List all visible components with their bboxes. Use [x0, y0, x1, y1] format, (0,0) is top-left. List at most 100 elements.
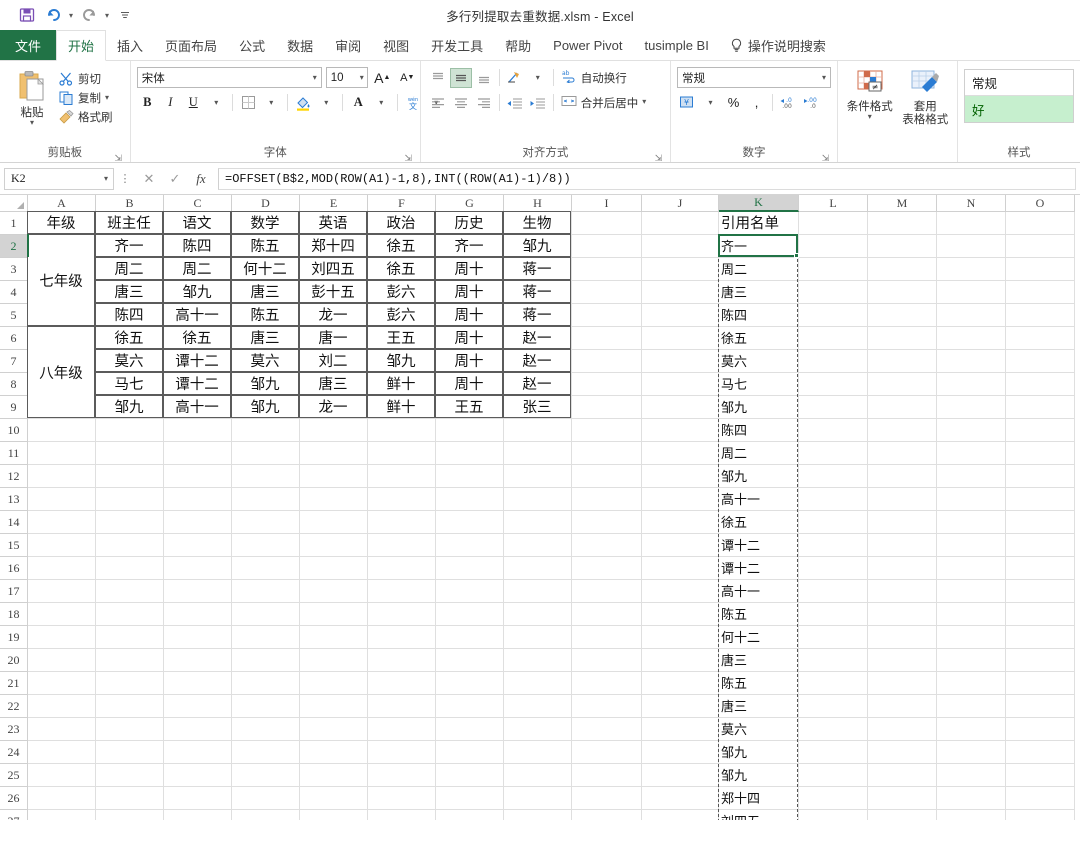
clipboard-dialog-launcher-icon[interactable]: ⇲: [113, 150, 124, 163]
row-header-15[interactable]: 15: [0, 534, 28, 557]
cell-G9[interactable]: 王五: [435, 395, 503, 418]
cell-F9[interactable]: 鲜十: [367, 395, 435, 418]
cell-B3[interactable]: 周二: [95, 257, 163, 280]
column-header-n[interactable]: N: [937, 195, 1006, 212]
cell-D5[interactable]: 陈五: [231, 303, 299, 326]
column-header-d[interactable]: D: [232, 195, 300, 212]
increase-indent-button[interactable]: [527, 93, 549, 113]
cell-D6[interactable]: 唐三: [231, 326, 299, 349]
shrink-font-button[interactable]: A ▼: [397, 67, 418, 88]
currency-dropdown-icon[interactable]: ▾: [700, 92, 721, 113]
cell-G4[interactable]: 周十: [435, 280, 503, 303]
column-header-c[interactable]: C: [164, 195, 232, 212]
cell-C6[interactable]: 徐五: [163, 326, 231, 349]
row-header-13[interactable]: 13: [0, 488, 28, 511]
confirm-edit-icon[interactable]: ✓: [162, 168, 188, 190]
tab-power-pivot[interactable]: Power Pivot: [542, 30, 633, 60]
paste-dropdown-icon[interactable]: ▾: [30, 119, 34, 127]
cell-D4[interactable]: 唐三: [231, 280, 299, 303]
column-header-e[interactable]: E: [300, 195, 368, 212]
tab-home[interactable]: 开始: [56, 30, 107, 61]
cell-K24[interactable]: 邹九: [718, 740, 798, 763]
table-header-B1[interactable]: 班主任: [95, 211, 163, 234]
cell-K12[interactable]: 邹九: [718, 464, 798, 487]
column-header-l[interactable]: L: [799, 195, 868, 212]
cell-K23[interactable]: 莫六: [718, 717, 798, 740]
cell-E2[interactable]: 郑十四: [299, 234, 367, 257]
table-header-H1[interactable]: 生物: [503, 211, 571, 234]
cell-F6[interactable]: 王五: [367, 326, 435, 349]
cell-K9[interactable]: 邹九: [718, 395, 798, 418]
row-header-26[interactable]: 26: [0, 787, 28, 810]
column-header-i[interactable]: I: [572, 195, 642, 212]
name-box-dropdown-icon[interactable]: ▾: [104, 174, 108, 183]
format-painter-button[interactable]: 格式刷: [58, 109, 113, 125]
cell-styles-gallery[interactable]: 常规 好: [964, 69, 1074, 123]
align-middle-button[interactable]: [449, 67, 472, 88]
table-header-D1[interactable]: 数学: [231, 211, 299, 234]
table-header-F1[interactable]: 政治: [367, 211, 435, 234]
cell-K1[interactable]: 引用名单: [718, 211, 798, 234]
cell-F3[interactable]: 徐五: [367, 257, 435, 280]
increase-decimal-button[interactable]: .0.00: [778, 92, 799, 113]
select-all-corner[interactable]: [0, 195, 28, 212]
cell-D8[interactable]: 邹九: [231, 372, 299, 395]
cell-K21[interactable]: 陈五: [718, 671, 798, 694]
tab-insert[interactable]: 插入: [106, 30, 154, 60]
cut-button[interactable]: 剪切: [58, 71, 113, 87]
cell-E7[interactable]: 刘二: [299, 349, 367, 372]
copy-dropdown-icon[interactable]: ▾: [105, 93, 109, 102]
tab-file[interactable]: 文件: [0, 30, 57, 60]
cell-H4[interactable]: 蒋一: [503, 280, 571, 303]
column-header-k[interactable]: K: [719, 195, 799, 212]
borders-button[interactable]: [238, 92, 259, 113]
column-header-f[interactable]: F: [368, 195, 436, 212]
cell-B6[interactable]: 徐五: [95, 326, 163, 349]
conditional-formatting-button[interactable]: ≠ 条件格式 ▾: [844, 69, 896, 121]
cell-H8[interactable]: 赵一: [503, 372, 571, 395]
cell-G8[interactable]: 周十: [435, 372, 503, 395]
cell-E5[interactable]: 龙一: [299, 303, 367, 326]
column-header-a[interactable]: A: [28, 195, 96, 212]
align-center-button[interactable]: [450, 93, 472, 113]
column-header-g[interactable]: G: [436, 195, 504, 212]
cell-K10[interactable]: 陈四: [718, 418, 798, 441]
row-header-14[interactable]: 14: [0, 511, 28, 534]
cell-E9[interactable]: 龙一: [299, 395, 367, 418]
merged-grade-cell-0[interactable]: 七年级: [27, 234, 95, 326]
cell-K15[interactable]: 谭十二: [718, 533, 798, 556]
fill-color-button[interactable]: [293, 92, 314, 113]
cell-F5[interactable]: 彭六: [367, 303, 435, 326]
cell-H5[interactable]: 蒋一: [503, 303, 571, 326]
cell-D3[interactable]: 何十二: [231, 257, 299, 280]
cell-H2[interactable]: 邹九: [503, 234, 571, 257]
row-header-23[interactable]: 23: [0, 718, 28, 741]
cell-E3[interactable]: 刘四五: [299, 257, 367, 280]
format-as-table-button[interactable]: 套用 表格格式: [900, 69, 952, 127]
cell-B4[interactable]: 唐三: [95, 280, 163, 303]
cell-G5[interactable]: 周十: [435, 303, 503, 326]
tab-data[interactable]: 数据: [276, 30, 324, 60]
merged-grade-cell-1[interactable]: 八年级: [27, 326, 95, 418]
cell-E6[interactable]: 唐一: [299, 326, 367, 349]
tell-me-search[interactable]: 操作说明搜索: [720, 30, 836, 60]
cell-K22[interactable]: 唐三: [718, 694, 798, 717]
borders-dropdown-icon[interactable]: ▾: [261, 92, 282, 113]
cell-G7[interactable]: 周十: [435, 349, 503, 372]
tab-page-layout[interactable]: 页面布局: [154, 30, 228, 60]
tab-help[interactable]: 帮助: [494, 30, 542, 60]
row-header-8[interactable]: 8: [0, 373, 28, 396]
cell-K6[interactable]: 徐五: [718, 326, 798, 349]
italic-button[interactable]: I: [160, 92, 181, 113]
cell-C2[interactable]: 陈四: [163, 234, 231, 257]
row-header-19[interactable]: 19: [0, 626, 28, 649]
underline-dropdown-icon[interactable]: ▾: [206, 92, 227, 113]
row-header-2[interactable]: 2: [0, 235, 28, 258]
underline-button[interactable]: U: [183, 92, 204, 113]
bold-button[interactable]: B: [137, 92, 158, 113]
alignment-dialog-launcher-icon[interactable]: ⇲: [653, 150, 664, 163]
align-left-button[interactable]: [427, 93, 449, 113]
row-header-25[interactable]: 25: [0, 764, 28, 787]
name-box[interactable]: K2 ▾: [4, 167, 114, 190]
cell-H7[interactable]: 赵一: [503, 349, 571, 372]
